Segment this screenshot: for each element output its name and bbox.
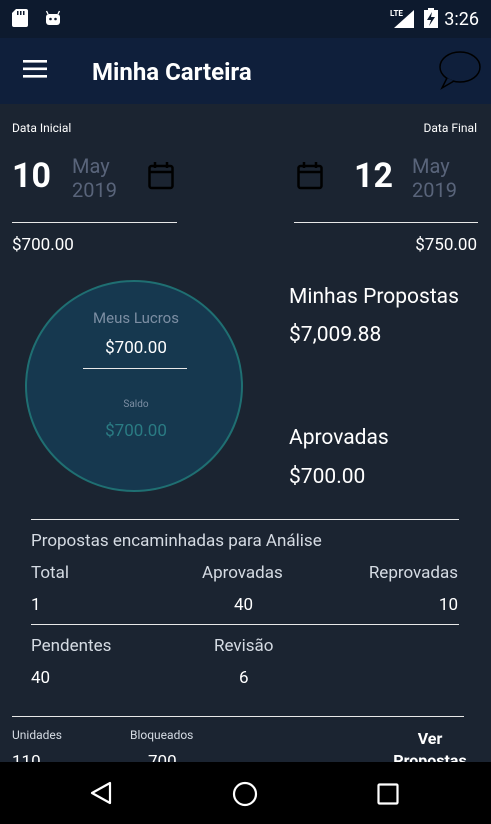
end-amount: $750.00 [415,235,477,255]
analysis-divider-mid [31,624,459,625]
view-proposals-line1: Ver [417,729,443,748]
proposals-title: Minhas Propostas [289,285,459,309]
end-date-divider [294,222,478,223]
review-label: Revisão [214,636,274,656]
start-month[interactable]: May [72,154,110,178]
view-proposals-button[interactable]: Ver Propostas [384,728,476,762]
calendar-icon[interactable] [148,162,174,190]
android-icon [45,10,61,25]
sd-card-icon [12,9,28,27]
profit-divider [83,368,187,369]
app-bar: Minha Carteira [0,38,491,104]
approved-value: $700.00 [289,465,366,489]
chat-bubble-icon[interactable] [438,50,482,90]
blocked-label: Bloqueados [130,728,194,742]
approved-count-label: Aprovadas [202,563,283,583]
battery-charging-icon [424,8,438,28]
proposals-total: $7,009.88 [289,323,382,347]
back-icon[interactable] [90,781,112,805]
total-label: Total [31,563,69,583]
end-date-label: Data Final [423,121,477,135]
rejected-value: 10 [438,595,458,615]
units-label: Unidades [12,728,62,742]
review-value: 6 [239,668,249,688]
navigation-bar [0,762,491,824]
approved-count-value: 40 [234,595,254,615]
rejected-label: Reprovadas [368,563,458,583]
bottom-divider [12,716,464,717]
analysis-divider-top [31,519,459,520]
end-day[interactable]: 12 [354,156,393,196]
units-value: 110 [12,752,41,762]
profit-value: $700.00 [105,338,167,358]
signal-icon [394,10,414,28]
blocked-value: 700 [148,752,177,762]
view-proposals-line2: Propostas [393,751,467,762]
profit-circle: Meus Lucros $700.00 Saldo $700.00 [25,280,243,492]
recents-icon[interactable] [377,783,399,805]
balance-value: $700.00 [105,421,167,441]
balance-label: Saldo [123,399,149,410]
clock: 3:26 [444,9,479,30]
pending-label: Pendentes [31,636,112,656]
hamburger-icon[interactable] [23,60,47,78]
page-title: Minha Carteira [92,58,252,86]
calendar-icon[interactable] [297,162,323,190]
end-month[interactable]: May [412,154,450,178]
start-date-label: Data Inicial [12,121,72,135]
pending-value: 40 [31,668,51,688]
approved-label: Aprovadas [289,426,389,450]
start-day[interactable]: 10 [12,156,51,196]
analysis-heading: Propostas encaminhadas para Análise [31,531,322,551]
total-value: 1 [31,595,41,615]
start-year[interactable]: 2019 [72,178,117,202]
wallet-content: Data Inicial 10 May 2019 $700.00 Data Fi… [0,104,491,762]
status-bar: LTE 3:26 [0,0,491,38]
end-year[interactable]: 2019 [412,178,457,202]
start-amount: $700.00 [12,235,74,255]
profit-label: Meus Lucros [93,309,179,327]
start-date-divider [12,222,177,223]
home-icon[interactable] [232,781,258,807]
